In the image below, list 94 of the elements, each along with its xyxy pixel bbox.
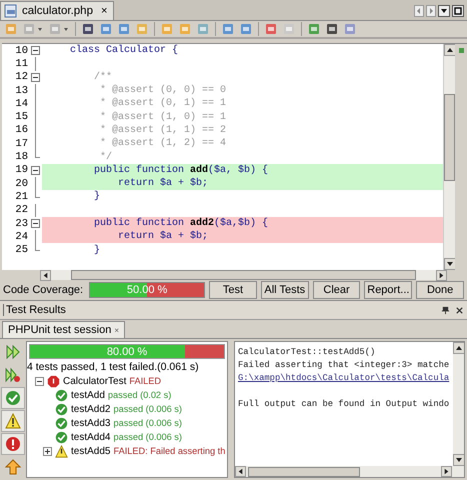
test-result: passed (0.02 s) <box>108 390 172 400</box>
code-line: * @assert (0, 0) == 0 <box>99 85 226 96</box>
code-line: * @assert (1, 0) == 1 <box>99 112 226 123</box>
line-number: 16 <box>14 124 29 136</box>
test-result: FAILED <box>129 376 162 386</box>
editor-tab[interactable]: calculator.php × <box>0 1 114 20</box>
filter-button[interactable] <box>1 387 25 409</box>
test-name[interactable]: testAdd3 <box>71 418 110 428</box>
test-summary: 4 tests passed, 1 test failed.(0.061 s) <box>27 361 200 373</box>
test-name[interactable]: testAdd2 <box>71 404 110 414</box>
minimize-icon[interactable] <box>441 306 450 314</box>
code-line: return $a + $b; <box>117 178 208 190</box>
fast-forward-icon <box>5 344 21 360</box>
code-line: * @assert (1, 1) == 2 <box>99 124 226 136</box>
filter-button[interactable] <box>1 433 25 455</box>
fold-icon[interactable] <box>31 44 40 58</box>
check-icon <box>5 390 21 406</box>
test-name[interactable]: CalculatorTest <box>63 376 126 386</box>
code-line: class Calculator { <box>69 45 178 56</box>
line-number: 12 <box>14 71 29 84</box>
scroll-right-icon[interactable] <box>436 270 447 280</box>
scroll-left-icon[interactable] <box>40 270 51 280</box>
test-result: passed (0.006 s) <box>113 432 182 442</box>
toolbar-button[interactable]: Report... <box>364 281 412 299</box>
line-number: 15 <box>14 111 29 124</box>
code-line: public function add2($a,$b) { <box>93 218 268 229</box>
close-icon[interactable] <box>455 306 464 314</box>
close-button[interactable]: × <box>100 5 108 17</box>
scroll-down-icon[interactable] <box>453 454 464 466</box>
line-number: 25 <box>14 244 29 256</box>
tab-title: calculator.php <box>22 5 93 17</box>
test-result: passed (0.006 s) <box>113 418 182 428</box>
line-number: 23 <box>14 218 29 230</box>
test-result: passed (0.006 s) <box>113 404 182 414</box>
coverage-label: Code Coverage: <box>3 284 84 296</box>
line-number: 19 <box>14 164 29 176</box>
code-line: public function add($a, $b) { <box>93 164 268 176</box>
line-number: 18 <box>14 151 29 164</box>
output-line: Full output can be found in Output windo <box>238 398 450 411</box>
maximize-icon[interactable] <box>452 5 464 17</box>
code-line: } <box>93 191 100 202</box>
line-number: 11 <box>14 58 29 70</box>
scroll-down-icon[interactable] <box>444 258 456 270</box>
line-number: 13 <box>14 84 29 97</box>
dropdown-icon[interactable] <box>438 5 450 17</box>
fold-icon[interactable] <box>31 164 40 177</box>
filter-button[interactable] <box>1 410 25 432</box>
code-line: /** <box>93 72 112 83</box>
panel-title: Test Results <box>3 304 66 316</box>
test-progress-percent: 80.00 % <box>106 345 148 358</box>
line-number: 22 <box>14 204 29 216</box>
scroll-right-icon[interactable] <box>441 466 452 477</box>
php-file-icon <box>4 4 18 18</box>
line-number: 20 <box>14 178 29 190</box>
scrollbar[interactable] <box>443 44 455 270</box>
code-line: */ <box>99 152 112 163</box>
session-tab[interactable]: PHPUnit test session × <box>2 321 125 338</box>
fast-forward-icon <box>5 367 21 383</box>
scroll-thumb[interactable] <box>444 94 455 180</box>
horizontal-scrollbar[interactable] <box>235 466 464 477</box>
test-name[interactable]: testAdd5 <box>71 446 110 456</box>
expander-icon[interactable] <box>43 446 52 456</box>
scrollbar[interactable] <box>453 342 464 466</box>
toolbar-button[interactable]: Clear <box>312 281 360 299</box>
test-name[interactable]: testAdd <box>71 390 105 400</box>
test-name[interactable]: testAdd4 <box>71 432 110 442</box>
toolbar-button[interactable]: All Tests <box>260 281 309 299</box>
file-link[interactable]: G:\xampp\htdocs\Calculator\tests\Calcula <box>238 372 453 385</box>
output-line: CalculatorTest::testAdd5() <box>238 346 376 359</box>
fold-icon[interactable] <box>31 216 40 230</box>
line-number: 17 <box>14 138 29 150</box>
scroll-thumb[interactable] <box>248 466 360 476</box>
code-line: return $a + $b; <box>117 231 208 242</box>
warning-icon <box>5 413 21 429</box>
toolbar-button[interactable]: Test <box>209 281 257 299</box>
scroll-thumb[interactable] <box>71 270 416 280</box>
output-line: Failed asserting that <integer:3> matche <box>238 359 450 372</box>
error-stripe-mark <box>458 48 464 53</box>
line-number: 21 <box>14 190 29 203</box>
code-line: * @assert (1, 2) == 4 <box>99 138 226 150</box>
line-number: 14 <box>14 98 29 110</box>
scroll-up-icon[interactable] <box>444 44 456 56</box>
code-line: } <box>93 244 100 256</box>
horizontal-scrollbar[interactable] <box>40 270 447 280</box>
line-number: 24 <box>14 230 29 243</box>
line-number: 10 <box>14 44 29 57</box>
test-result: FAILED: Failed asserting th <box>113 446 226 456</box>
scroll-up-icon[interactable] <box>453 342 464 354</box>
code-line: * @assert (0, 1) == 1 <box>99 98 226 110</box>
error-icon <box>5 436 21 452</box>
toolbar-button[interactable]: Done <box>416 281 464 299</box>
scroll-left-icon[interactable] <box>235 466 246 477</box>
fold-icon[interactable] <box>31 70 40 84</box>
expander-icon[interactable] <box>35 376 44 386</box>
